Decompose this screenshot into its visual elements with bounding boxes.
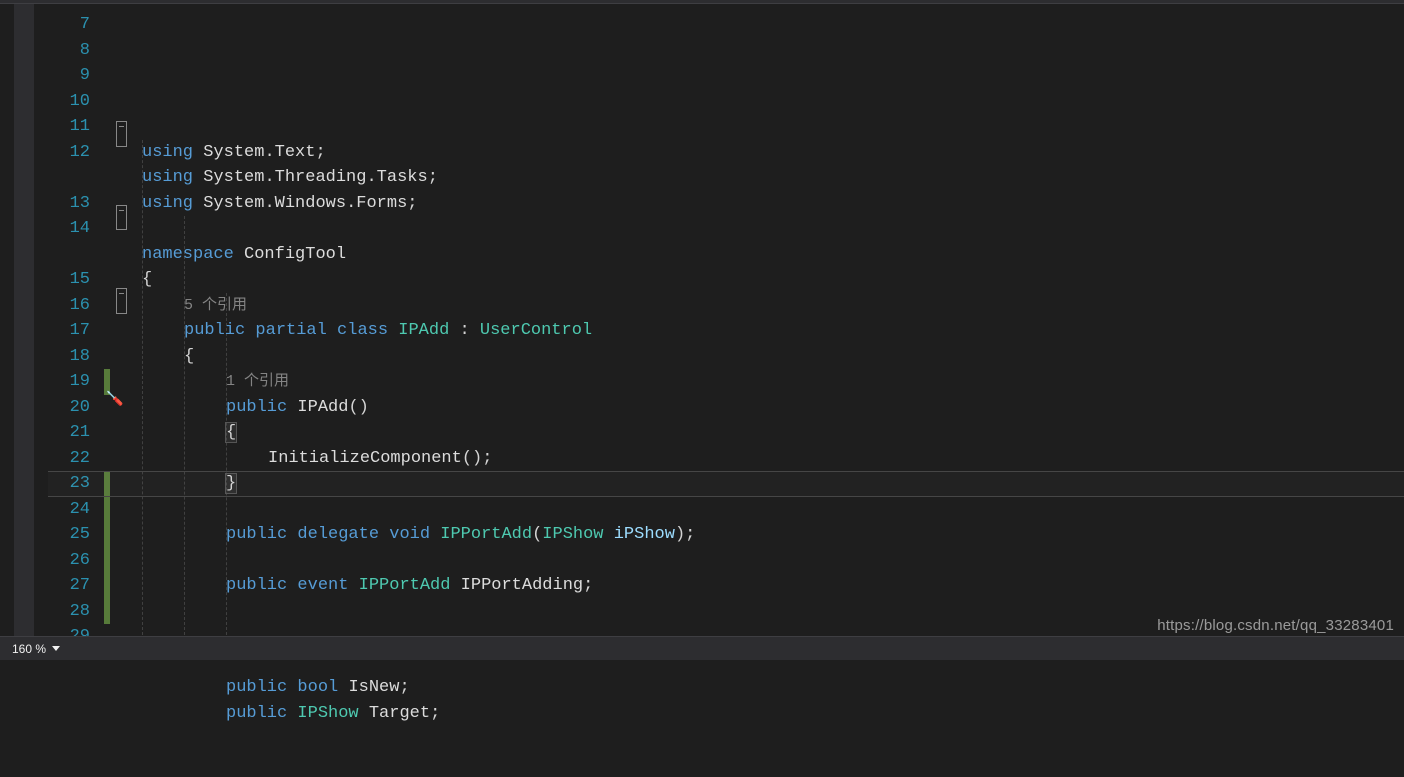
line-number[interactable]: 19 bbox=[34, 369, 90, 395]
fold-gutter[interactable] bbox=[110, 4, 132, 640]
line-number[interactable]: 9 bbox=[34, 63, 90, 89]
line-number[interactable]: 16 bbox=[34, 293, 90, 319]
code-line[interactable]: using System.Threading.Tasks; bbox=[142, 165, 1404, 191]
left-margin bbox=[0, 4, 14, 640]
status-bar: 160 % bbox=[0, 636, 1404, 660]
line-number-gutter[interactable]: 789101112 1314 1516171819202122232425262… bbox=[34, 4, 104, 640]
line-number[interactable]: 24 bbox=[34, 497, 90, 523]
line-number[interactable]: 13 bbox=[34, 191, 90, 217]
fold-toggle[interactable] bbox=[116, 121, 127, 147]
line-number[interactable]: 28 bbox=[34, 599, 90, 625]
line-number[interactable]: 7 bbox=[34, 12, 90, 38]
zoom-dropdown[interactable]: 160 % bbox=[8, 642, 64, 656]
code-line[interactable]: public delegate void IPPortAdd(IPShow iP… bbox=[142, 522, 1404, 548]
codelens-references[interactable]: 5 个引用 bbox=[184, 293, 1404, 319]
codelens-row[interactable]: 5 个引用 bbox=[142, 293, 1404, 319]
code-line[interactable]: InitializeComponent(); bbox=[142, 446, 1404, 472]
fold-toggle[interactable] bbox=[116, 205, 127, 231]
line-number[interactable]: 23 bbox=[34, 471, 90, 497]
code-line[interactable] bbox=[142, 726, 1404, 752]
code-line[interactable]: using System.Windows.Forms; bbox=[142, 191, 1404, 217]
line-number[interactable]: 12 bbox=[34, 140, 90, 166]
line-number[interactable]: 25 bbox=[34, 522, 90, 548]
line-number[interactable]: 22 bbox=[34, 446, 90, 472]
code-line[interactable]: public partial class IPAdd : UserControl bbox=[142, 318, 1404, 344]
codelens-references[interactable]: 1 个引用 bbox=[226, 369, 1404, 395]
code-line[interactable]: using System.Text; bbox=[142, 140, 1404, 166]
code-line[interactable]: { bbox=[142, 420, 1404, 446]
codelens-row[interactable]: 1 个引用 bbox=[142, 369, 1404, 395]
line-number[interactable]: 8 bbox=[34, 38, 90, 64]
code-line[interactable]: public bool IsNew; bbox=[142, 675, 1404, 701]
code-line[interactable] bbox=[142, 497, 1404, 523]
code-line[interactable] bbox=[142, 216, 1404, 242]
code-editor[interactable]: 789101112 1314 1516171819202122232425262… bbox=[0, 4, 1404, 640]
code-line[interactable]: } bbox=[142, 471, 1404, 497]
line-number[interactable]: 17 bbox=[34, 318, 90, 344]
code-line[interactable]: namespace ConfigTool bbox=[142, 242, 1404, 268]
text-caret bbox=[236, 473, 237, 492]
line-number[interactable]: 18 bbox=[34, 344, 90, 370]
overview-ruler[interactable] bbox=[14, 4, 34, 640]
code-content[interactable]: using System.Text;using System.Threading… bbox=[132, 4, 1404, 640]
code-line[interactable]: { bbox=[142, 344, 1404, 370]
fold-toggle[interactable] bbox=[116, 288, 127, 314]
chevron-down-icon bbox=[52, 646, 60, 651]
code-line[interactable] bbox=[142, 548, 1404, 574]
line-number[interactable]: 20 bbox=[34, 395, 90, 421]
line-number[interactable]: 11 bbox=[34, 114, 90, 140]
line-number[interactable]: 21 bbox=[34, 420, 90, 446]
code-line[interactable]: public event IPPortAdd IPPortAdding; bbox=[142, 573, 1404, 599]
line-number[interactable]: 10 bbox=[34, 89, 90, 115]
code-line[interactable]: { bbox=[142, 267, 1404, 293]
code-line[interactable] bbox=[142, 599, 1404, 625]
code-line[interactable] bbox=[142, 752, 1404, 777]
line-number[interactable]: 15 bbox=[34, 267, 90, 293]
code-line[interactable]: public IPAdd() bbox=[142, 395, 1404, 421]
line-number[interactable]: 14 bbox=[34, 216, 90, 242]
zoom-value: 160 % bbox=[12, 642, 46, 656]
line-number[interactable]: 27 bbox=[34, 573, 90, 599]
code-line[interactable]: public IPShow Target; bbox=[142, 701, 1404, 727]
line-number[interactable]: 26 bbox=[34, 548, 90, 574]
